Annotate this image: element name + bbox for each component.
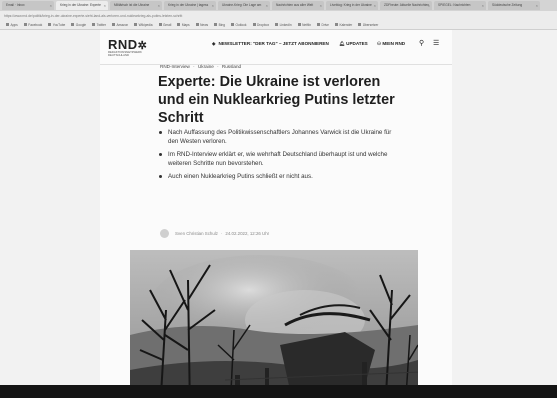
byline: Sven Christian Schulz · 24.02.2022, 12:2… [160,229,269,238]
hamburger-menu-icon[interactable]: ☰ [433,39,439,47]
close-icon[interactable]: × [536,1,538,10]
bookmark[interactable]: Maps [177,23,190,27]
bookmark[interactable]: YouTube [48,23,66,27]
url-text[interactable]: https://www.rnd.de/politik/krieg-in-der-… [4,14,524,18]
close-icon[interactable]: × [428,1,430,10]
browser-tab-bar: Email · Inbox × Krieg in der Ukraine: Exp… [0,0,557,11]
author-name[interactable]: Sven Christian Schulz [175,231,218,236]
article-headline: Experte: Die Ukraine ist verloren und ei… [158,74,395,126]
bell-icon: 🔔︎ [339,41,345,46]
summary-bullet: Nach Auffassung des Politikwissenschaftl… [158,128,398,146]
bookmark[interactable]: Google [71,23,86,27]
breadcrumb-separator: · [193,64,195,69]
browser-tab-active[interactable]: Krieg in der Ukraine: Experte × [56,1,108,10]
site-header: RND✲ REDAKTIONSNETZWERK DEUTSCHLAND ◈ NEW… [100,30,452,65]
browser-tab[interactable]: ZDFheute: Aktuelle Nachrichten × [380,1,432,10]
bookmark[interactable]: Bing [214,23,225,27]
byline-separator: · [220,231,223,236]
web-page: RND✲ REDAKTIONSNETZWERK DEUTSCHLAND ◈ NEW… [0,30,557,385]
bookmark[interactable]: Twitter [92,23,106,27]
close-icon[interactable]: × [320,1,322,10]
user-icon: ⚇ [377,41,382,46]
browser-tab[interactable]: Süddeutsche Zeitung × [488,1,540,10]
close-icon[interactable]: × [482,1,484,10]
bookmark[interactable]: Outlook [231,23,247,27]
browser-tab[interactable]: Militärisch ist die Ukraine × [110,1,162,10]
article-summary: Nach Auffassung des Politikwissenschaftl… [158,128,398,185]
browser-tab[interactable]: Ukraine-Krieg: Die Lage am × [218,1,270,10]
bookmark[interactable]: Netflix [298,23,311,27]
bookmark[interactable]: Dropbox [253,23,269,27]
bookmark[interactable]: Übersetzer [358,23,379,27]
browser-tab[interactable]: Krieg in der Ukraine | tagess × [164,1,216,10]
breadcrumb-item[interactable]: RND-Interview [160,64,190,69]
breadcrumb-item[interactable]: Russland [222,64,241,69]
summary-bullet: Auch einen Nuklearkrieg Putins schließt … [158,172,398,181]
logo-subtitle: REDAKTIONSNETZWERK DEUTSCHLAND [108,50,142,58]
bookmark[interactable]: Facebook [24,23,42,27]
newsletter-link[interactable]: ◈ NEWSLETTER: "DER TAG" – JETZT ABONNIERE… [212,41,329,47]
browser-tab[interactable]: Liveblog: Krieg in der Ukraine × [326,1,378,10]
publish-date: 24.02.2022, 12:26 Uhr [225,231,270,236]
close-icon[interactable]: × [374,1,376,10]
article-column: RND✲ REDAKTIONSNETZWERK DEUTSCHLAND ◈ NEW… [100,30,452,385]
breadcrumb: RND-Interview · Ukraine · Russland [160,64,243,69]
monitor-bezel [0,385,557,398]
updates-link[interactable]: 🔔︎ UPDATES [339,41,368,47]
close-icon[interactable]: × [266,1,268,10]
search-icon[interactable]: ⚲ [419,39,424,47]
close-icon[interactable]: × [212,1,214,10]
bookmarks-bar: Apps Facebook YouTube Google Twitter Ama… [0,20,557,30]
browser-tab[interactable]: SPIEGEL: Nachrichten × [434,1,486,10]
article-photo[interactable]: ⤓ [130,250,418,385]
mein-rnd-link[interactable]: ⚇ MEIN RND [377,41,405,47]
close-icon[interactable]: × [104,1,106,10]
close-icon[interactable]: × [50,1,52,10]
breadcrumb-item[interactable]: Ukraine [198,64,214,69]
browser-tab[interactable]: Email · Inbox × [2,1,54,10]
bookmark[interactable]: Gmail [159,23,171,27]
bookmark[interactable]: Drive [317,23,328,27]
bookmark[interactable]: Amazon [112,23,128,27]
war-scene-image [130,250,418,385]
close-icon[interactable]: × [158,1,160,10]
mail-diamond-icon: ◈ [212,41,216,46]
bookmark[interactable]: News [196,23,208,27]
address-bar[interactable]: https://www.rnd.de/politik/krieg-in-der-… [0,11,557,20]
bookmark[interactable]: Apps [6,23,18,27]
bookmark[interactable]: LinkedIn [275,23,292,27]
bookmark[interactable]: Wikipedia [134,23,153,27]
monitor-screen: Email · Inbox × Krieg in der Ukraine: Exp… [0,0,557,385]
breadcrumb-separator: · [217,64,219,69]
summary-bullet: Im RND-Interview erklärt er, wie wehrhaf… [158,150,398,168]
bookmark[interactable]: Kalender [335,23,352,27]
author-avatar[interactable] [160,229,169,238]
browser-tab[interactable]: Nachrichten aus aller Welt × [272,1,324,10]
